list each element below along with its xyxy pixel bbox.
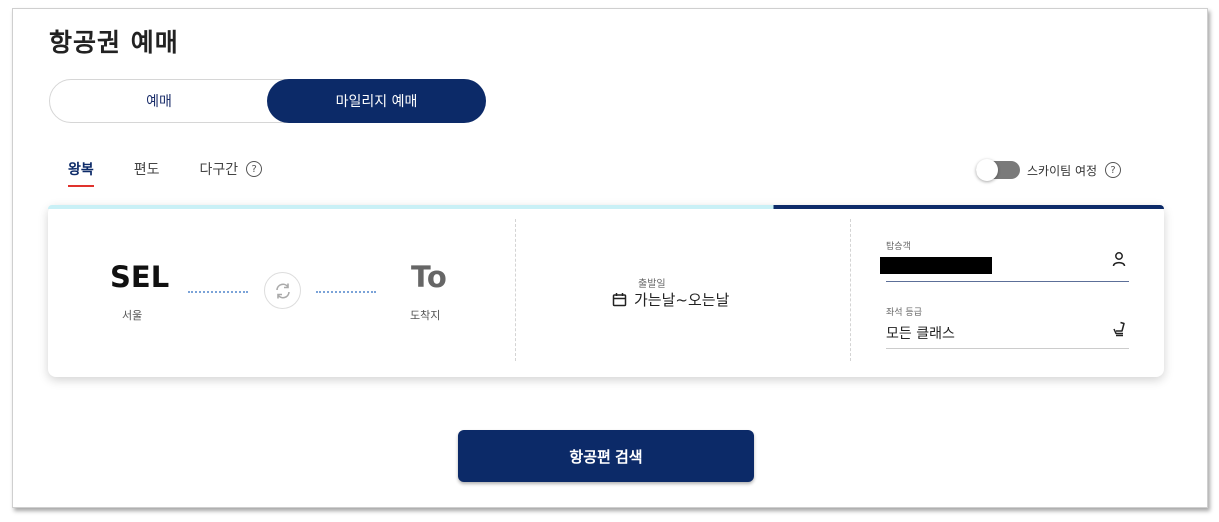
departure-name: 서울 [122,309,143,322]
panel-progress-bar [48,205,1164,209]
flight-search-panel: SEL 서울 To 도착지 출발일 가는날~오는날 탑승객 좌석 등급 모든 클… [48,205,1164,377]
mode-normal-booking-button[interactable]: 예매 [50,79,268,123]
arrival-code[interactable]: To [411,260,447,294]
swap-airports-button[interactable] [264,272,301,309]
skyteam-toggle-switch[interactable] [976,159,1020,181]
departure-code[interactable]: SEL [110,260,169,294]
passengers-label: 탑승객 [886,242,911,252]
route-line-left [188,291,248,293]
arrival-name: 도착지 [410,309,441,322]
booking-mode-toggle: 예매 마일리지 예매 [49,79,486,123]
route-line-right [316,291,376,293]
cabin-class-label: 좌석 등급 [886,308,922,318]
tab-multi-city[interactable]: 다구간 [200,159,239,179]
date-selector[interactable]: 가는날~오는날 [612,289,729,310]
redacted-passenger-value [880,257,992,274]
skyteam-label: 스카이팀 여정 [1027,163,1098,178]
tab-one-way[interactable]: 편도 [134,159,160,179]
calendar-icon [612,293,627,307]
passengers-field[interactable]: 탑승객 [880,227,1129,282]
date-label: 출발일 [638,279,666,290]
panel-divider [850,219,851,361]
cabin-class-field[interactable]: 좌석 등급 모든 클래스 [886,297,1129,349]
search-flights-button[interactable]: 항공편 검색 [458,430,754,482]
swap-arrows-icon [275,283,290,298]
skyteam-itinerary-option: 스카이팀 여정 ? [976,159,1122,181]
mode-mileage-booking-button[interactable]: 마일리지 예매 [267,79,486,123]
tab-round-trip[interactable]: 왕복 [68,159,94,187]
date-value: 가는날~오는날 [634,291,730,309]
booking-widget: 항공권 예매 예매 마일리지 예매 왕복 편도 다구간 ? 스카이팀 여정 ? … [12,8,1208,508]
cabin-class-value: 모든 클래스 [886,326,955,342]
panel-divider [515,219,516,361]
help-circle-icon[interactable]: ? [1105,162,1122,178]
help-circle-icon[interactable]: ? [246,161,263,177]
person-icon [1112,252,1126,267]
trip-type-tabs: 왕복 편도 다구간 ? [68,159,263,187]
page-title: 항공권 예매 [49,28,179,57]
seat-icon [1113,321,1125,337]
